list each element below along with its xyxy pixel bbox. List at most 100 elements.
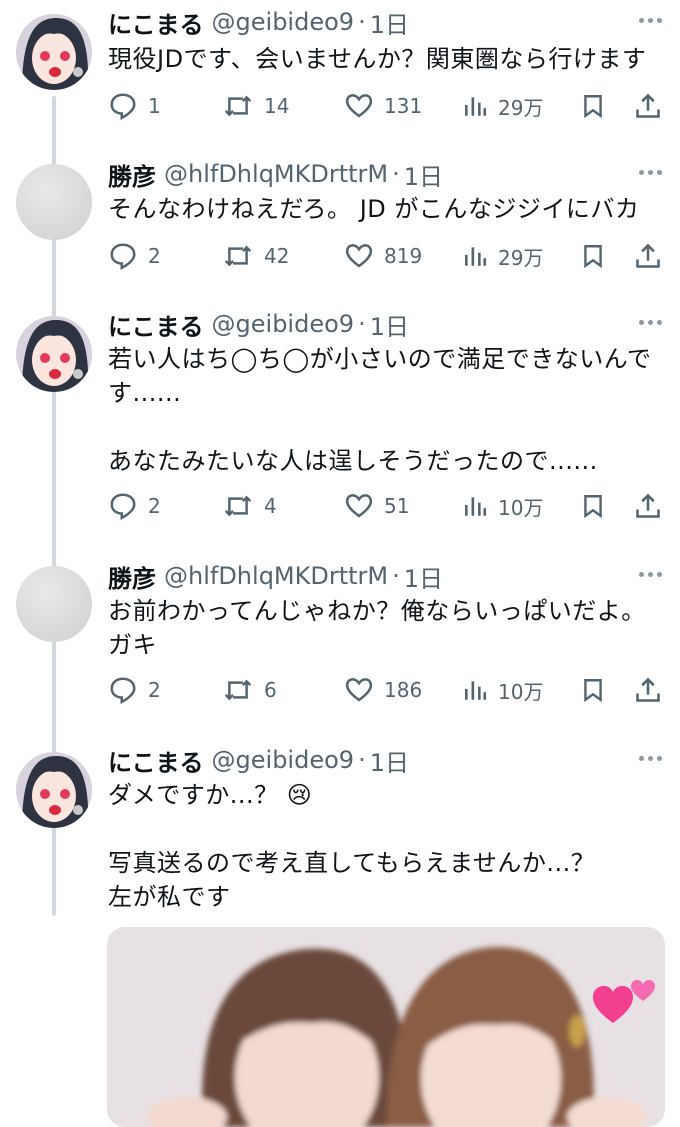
photo-image [107, 927, 665, 1127]
reply-count: 2 [148, 244, 161, 268]
bookmark-button[interactable] [580, 238, 606, 274]
tweet-text: そんなわけねえだろ。 JD がこんなジジイにバカ [108, 195, 640, 223]
separator-dot: · [358, 8, 366, 36]
attached-photo[interactable] [107, 927, 665, 1127]
retweet-button[interactable]: 6 [222, 672, 277, 708]
tweet-text: ダメですか...？ 😢 写真送るので考え直してもらえませんか...？ 左が私です [108, 781, 596, 911]
user-handle[interactable]: @geibideo9 [212, 746, 355, 774]
views-button[interactable]: 10万 [462, 488, 543, 524]
separator-dot: · [392, 160, 400, 188]
display-name[interactable]: にこまる [108, 5, 204, 40]
retweet-icon [224, 495, 252, 517]
bookmark-icon [584, 679, 602, 703]
like-icon [345, 678, 373, 702]
views-count: 29万 [498, 95, 544, 120]
reply-count: 2 [148, 678, 161, 702]
user-handle[interactable]: @hlfDhlqMKDrttrM [164, 160, 388, 188]
reply-button[interactable]: 2 [108, 238, 161, 274]
hearts-sticker [593, 980, 655, 1023]
timestamp[interactable]: 1日 [370, 5, 409, 40]
tweet-4[interactable]: 勝彦 @hlfDhlqMKDrttrM · 1日 お前わかってんじゃねか？俺なら… [0, 558, 680, 728]
tweet-header: 勝彦 @hlfDhlqMKDrttrM · 1日 [108, 156, 662, 192]
timestamp[interactable]: 1日 [370, 307, 409, 342]
avatar[interactable] [16, 316, 92, 392]
retweet-count: 4 [264, 494, 277, 518]
tweet-header: にこまる @geibideo9 · 1日 [108, 4, 662, 40]
like-icon [345, 244, 373, 268]
share-button[interactable] [634, 238, 662, 274]
more-icon[interactable] [639, 320, 662, 325]
more-icon[interactable] [639, 170, 662, 175]
like-button[interactable]: 51 [344, 488, 409, 524]
display-name[interactable]: 勝彦 [108, 157, 156, 192]
share-icon [636, 243, 660, 268]
more-icon[interactable] [639, 572, 662, 577]
action-bar: 2 42 819 29万 [108, 238, 668, 274]
share-icon [636, 93, 660, 118]
like-count: 186 [384, 678, 423, 702]
like-button[interactable]: 131 [344, 88, 422, 124]
more-icon[interactable] [639, 18, 662, 23]
timestamp[interactable]: 1日 [404, 157, 443, 192]
more-icon[interactable] [639, 756, 662, 761]
avatar[interactable] [16, 14, 92, 90]
bookmark-icon [584, 95, 602, 119]
anime-avatar-image [16, 14, 92, 90]
like-button[interactable]: 186 [344, 672, 422, 708]
tweet-3[interactable]: にこまる @geibideo9 · 1日 若い人はち◯ち◯が小さいので満足できな… [0, 306, 680, 546]
timestamp[interactable]: 1日 [370, 743, 409, 778]
views-icon [465, 97, 487, 116]
bookmark-button[interactable] [580, 488, 606, 524]
tweet-1[interactable]: にこまる @geibideo9 · 1日 現役JDです、会いませんか？関東圏なら… [0, 4, 680, 144]
anime-avatar-image [16, 752, 92, 828]
retweet-button[interactable]: 4 [222, 488, 277, 524]
tweet-text: お前わかってんじゃねか？俺ならいっぱいだよ。ガキ [108, 597, 646, 659]
user-handle[interactable]: @geibideo9 [212, 8, 355, 36]
tweet-text: 現役JDです、会いませんか？関東圏なら行けます [108, 45, 647, 73]
avatar[interactable] [16, 164, 92, 240]
share-icon [636, 493, 660, 518]
share-button[interactable] [634, 488, 662, 524]
tweet-2[interactable]: 勝彦 @hlfDhlqMKDrttrM · 1日 そんなわけねえだろ。 JD が… [0, 156, 680, 296]
avatar[interactable] [16, 752, 92, 828]
reply-count: 2 [148, 494, 161, 518]
views-button[interactable]: 10万 [462, 672, 543, 708]
user-handle[interactable]: @geibideo9 [212, 310, 355, 338]
retweet-icon [224, 95, 252, 117]
share-button[interactable] [634, 672, 662, 708]
like-count: 131 [384, 94, 423, 118]
retweet-button[interactable]: 42 [222, 238, 289, 274]
user-handle[interactable]: @hlfDhlqMKDrttrM [164, 562, 388, 590]
views-icon [465, 681, 487, 700]
like-count: 51 [384, 494, 410, 518]
display-name[interactable]: にこまる [108, 743, 204, 778]
like-icon [345, 94, 373, 118]
avatar[interactable] [16, 566, 92, 642]
reply-button[interactable]: 1 [108, 88, 161, 124]
timestamp[interactable]: 1日 [404, 559, 443, 594]
reply-button[interactable]: 2 [108, 672, 161, 708]
retweet-icon [224, 245, 252, 267]
share-button[interactable] [634, 88, 662, 124]
bookmark-button[interactable] [580, 88, 606, 124]
like-button[interactable]: 819 [344, 238, 422, 274]
reply-icon [110, 493, 136, 520]
retweet-button[interactable]: 14 [222, 88, 289, 124]
retweet-count: 14 [264, 94, 290, 118]
action-bar: 1 14 131 29万 [108, 88, 668, 124]
tweet-header: にこまる @geibideo9 · 1日 [108, 306, 662, 342]
tweet-text: 若い人はち◯ち◯が小さいので満足できないんです...... あなたみたいな人は逞… [108, 345, 652, 475]
display-name[interactable]: 勝彦 [108, 559, 156, 594]
action-bar: 2 4 51 10万 [108, 488, 668, 524]
reply-button[interactable]: 2 [108, 488, 161, 524]
views-button[interactable]: 29万 [462, 238, 543, 274]
views-icon [465, 247, 487, 266]
views-count: 29万 [498, 245, 544, 270]
bookmark-button[interactable] [580, 672, 606, 708]
display-name[interactable]: にこまる [108, 307, 204, 342]
tweet-header: 勝彦 @hlfDhlqMKDrttrM · 1日 [108, 558, 662, 594]
views-count: 10万 [498, 495, 544, 520]
views-button[interactable]: 29万 [462, 88, 543, 124]
like-icon [345, 494, 373, 518]
retweet-icon [224, 679, 252, 701]
